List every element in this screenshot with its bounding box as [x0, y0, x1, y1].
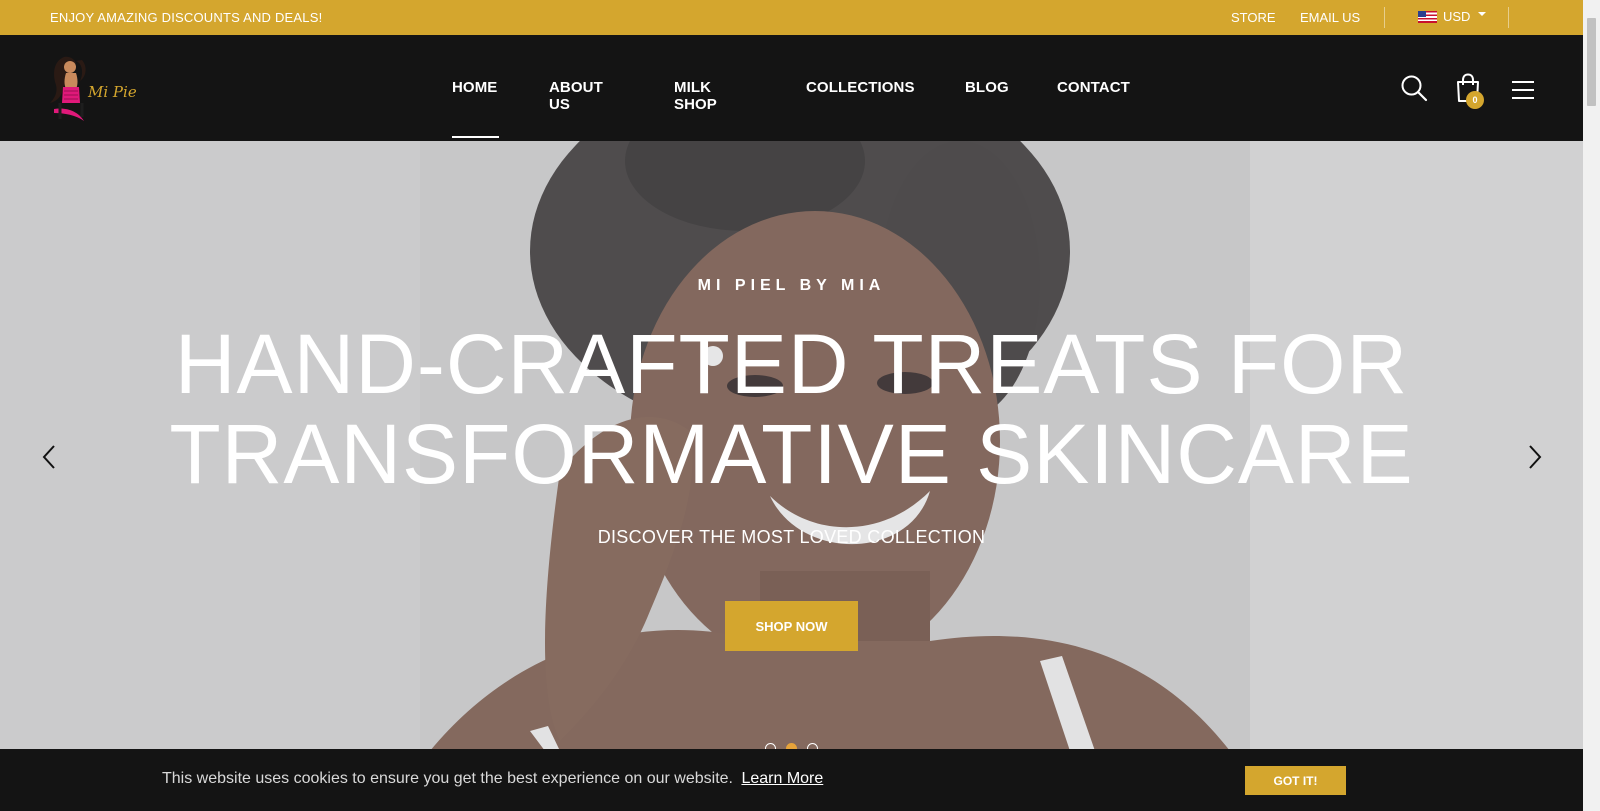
- hero-subtitle: DISCOVER THE MOST LOVED COLLECTION: [597, 527, 986, 547]
- scrollbar-thumb[interactable]: [1587, 18, 1596, 106]
- email-us-link[interactable]: EMAIL US: [1300, 10, 1360, 25]
- search-icon[interactable]: [1400, 74, 1428, 107]
- svg-text:Mi Piel: Mi Piel: [87, 83, 136, 101]
- hero-title: HAND-CRAFTED TREATS FOR TRANSFORMATIVE S…: [0, 319, 1583, 499]
- announcement-bar: ENJOY AMAZING DISCOUNTS AND DEALS! STORE…: [0, 0, 1583, 35]
- nav-about-us[interactable]: ABOUT US: [549, 79, 603, 113]
- page-scrollbar[interactable]: [1583, 0, 1600, 811]
- learn-more-link[interactable]: Learn More: [741, 770, 823, 787]
- hero-title-line-1: HAND-CRAFTED TREATS FOR: [174, 317, 1409, 411]
- topbar-divider: [1384, 7, 1385, 28]
- slider-prev-arrow[interactable]: [38, 443, 62, 471]
- currency-label: USD: [1443, 9, 1471, 24]
- cookie-text: This website uses cookies to ensure you …: [162, 770, 733, 787]
- hero-slider: MI PIEL BY MIA HAND-CRAFTED TREATS FOR T…: [0, 141, 1583, 751]
- cookie-banner: This website uses cookies to ensure you …: [0, 749, 1583, 811]
- nav-contact[interactable]: CONTACT: [1057, 79, 1130, 96]
- got-it-button[interactable]: GOT IT!: [1245, 766, 1346, 795]
- nav-blog[interactable]: BLOG: [965, 79, 1009, 96]
- brand-logo[interactable]: Mi Piel: [46, 51, 142, 127]
- promo-text: ENJOY AMAZING DISCOUNTS AND DEALS!: [50, 10, 323, 25]
- hero-eyebrow: MI PIEL BY MIA: [697, 277, 886, 294]
- nav-milk-shop[interactable]: MILK SHOP: [674, 79, 717, 113]
- store-link[interactable]: STORE: [1231, 10, 1276, 25]
- site-header: Mi Piel HOME ABOUT US MILK SHOP COLLECTI…: [0, 35, 1583, 141]
- us-flag-icon: [1418, 10, 1437, 23]
- cart-count-badge: 0: [1466, 91, 1484, 109]
- shop-now-button[interactable]: SHOP NOW: [725, 601, 858, 651]
- chevron-down-icon: [1478, 12, 1487, 16]
- menu-icon[interactable]: [1511, 80, 1535, 105]
- nav-active-indicator: [452, 136, 499, 138]
- topbar-divider: [1508, 7, 1509, 28]
- slider-next-arrow[interactable]: [1522, 443, 1546, 471]
- currency-selector[interactable]: USD: [1418, 9, 1487, 24]
- nav-home[interactable]: HOME: [452, 79, 497, 96]
- cookie-message: This website uses cookies to ensure you …: [162, 770, 823, 788]
- nav-collections[interactable]: COLLECTIONS: [806, 79, 915, 96]
- hero-title-line-2: TRANSFORMATIVE SKINCARE: [169, 407, 1414, 501]
